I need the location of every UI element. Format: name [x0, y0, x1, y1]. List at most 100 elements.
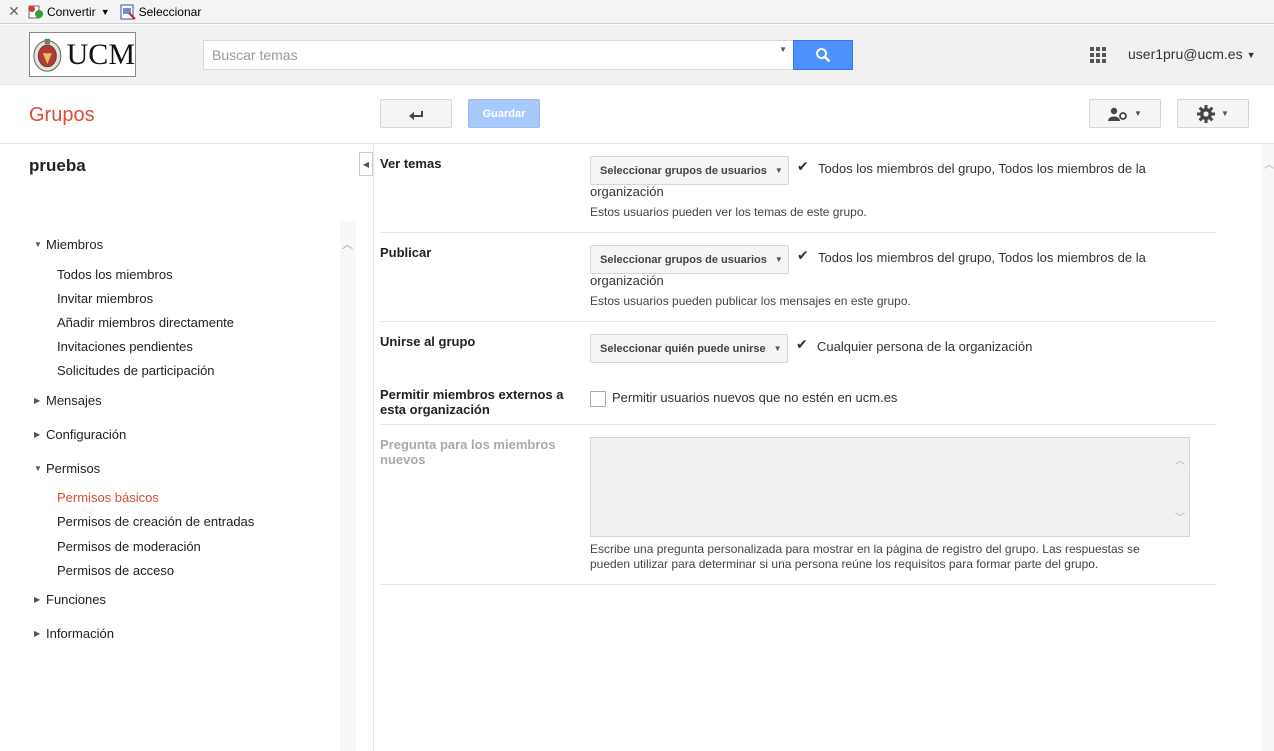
triangle-right-icon: ▶ [34, 595, 41, 604]
apps-grid-icon[interactable] [1090, 47, 1106, 63]
nav-section-config[interactable]: ▶ Configuración [34, 427, 126, 442]
nav-item-posting-permissions[interactable]: Permisos de creación de entradas [57, 514, 254, 529]
title-bar: Grupos Guardar ▼ ▼ [0, 86, 1274, 144]
post-description: Estos usuarios pueden publicar los mensa… [590, 294, 911, 308]
members-settings-button[interactable]: ▼ [1089, 99, 1161, 128]
chevron-down-icon[interactable]: ▼ [101, 7, 110, 17]
post-value-cont: organización [590, 273, 664, 288]
convert-icon [28, 5, 43, 18]
browser-toolbar: ✕ Convertir ▼ Seleccionar [0, 0, 1274, 24]
triangle-right-icon: ▶ [34, 430, 41, 439]
triangle-down-icon: ▼ [34, 464, 42, 473]
search-icon [816, 48, 831, 63]
content-scrollbar[interactable]: ︿ [1262, 144, 1274, 751]
convert-button[interactable]: Convertir ▼ [28, 4, 110, 20]
collapse-sidebar-button[interactable]: ◀ [359, 152, 373, 176]
nav-section-label: Permisos [46, 461, 101, 476]
chevron-up-icon[interactable]: ︿ [1264, 156, 1274, 171]
chevron-down-icon: ▼ [774, 166, 783, 175]
select-icon [120, 4, 136, 20]
select-label: Seleccionar [138, 4, 202, 19]
nav-item-add-members[interactable]: Añadir miembros directamente [57, 315, 234, 330]
setting-label-view: Ver temas [380, 156, 442, 171]
convert-label: Convertir [47, 4, 96, 19]
app-header: UCM Buscar temas ▼ user1pru@ucm.es ▼ [0, 25, 1274, 85]
nav-section-label: Mensajes [46, 393, 102, 408]
chevron-down-icon[interactable]: ▼ [779, 45, 787, 54]
nav-item-moderation-permissions[interactable]: Permisos de moderación [57, 539, 201, 554]
chevron-up-icon[interactable]: ︿ [342, 236, 353, 252]
save-button[interactable]: Guardar [468, 99, 540, 128]
allow-external-checkbox[interactable] [590, 391, 606, 407]
setting-label-join: Unirse al grupo [380, 334, 476, 349]
check-icon: ✔ [796, 336, 808, 352]
nav-item-basic-permissions[interactable]: Permisos básicos [57, 490, 159, 505]
divider [380, 424, 1216, 425]
setting-label-question: Pregunta para los miembros nuevos [380, 437, 575, 467]
nav-section-label: Miembros [46, 237, 104, 252]
account-menu[interactable]: user1pru@ucm.es ▼ [1128, 46, 1256, 62]
search-input[interactable]: Buscar temas ▼ [203, 40, 793, 70]
settings-button[interactable]: ▼ [1177, 99, 1249, 128]
select-label: Seleccionar grupos de usuarios [600, 253, 767, 266]
view-value: Todos los miembros del grupo, Todos los … [818, 161, 1146, 176]
divider [380, 584, 1216, 585]
join-select[interactable]: Seleccionar quién puede unirse ▼ [590, 334, 788, 363]
divider [380, 321, 1216, 322]
view-description: Estos usuarios pueden ver los temas de e… [590, 205, 867, 219]
select-label: Seleccionar quién puede unirse [600, 342, 766, 355]
nav-section-info[interactable]: ▶ Información [34, 626, 114, 641]
desc-line: Escribe una pregunta personalizada para … [590, 542, 1140, 556]
triangle-right-icon: ▶ [34, 629, 41, 638]
sidebar-scrollbar[interactable]: ︿ [340, 222, 356, 751]
close-icon[interactable]: ✕ [0, 3, 28, 20]
back-button[interactable] [380, 99, 452, 128]
label-line: Permitir miembros externos a [380, 387, 564, 402]
back-arrow-icon [409, 110, 423, 120]
nav-section-label: Información [46, 626, 114, 641]
chevron-down-icon: ▼ [1134, 109, 1142, 118]
select-label: Seleccionar grupos de usuarios [600, 164, 767, 177]
question-description: Escribe una pregunta personalizada para … [590, 542, 1140, 572]
nav-section-label: Funciones [46, 592, 106, 607]
check-icon: ✔ [797, 158, 809, 174]
page-title[interactable]: Grupos [29, 104, 95, 127]
divider [380, 232, 1216, 233]
join-value: Cualquier persona de la organización [817, 339, 1033, 354]
allow-external-label[interactable]: Permitir usuarios nuevos que no estén en… [612, 387, 897, 409]
check-icon: ✔ [797, 247, 809, 263]
user-email: user1pru@ucm.es [1128, 46, 1243, 62]
nav-item-access-permissions[interactable]: Permisos de acceso [57, 563, 174, 578]
setting-label-post: Publicar [380, 245, 432, 260]
desc-line: pueden utilizar para determinar si una p… [590, 557, 1099, 571]
chevron-down-icon: ▼ [1246, 50, 1256, 60]
ucm-logo[interactable]: UCM [29, 32, 136, 77]
chevron-down-icon: ▼ [1221, 109, 1229, 118]
label-line: Pregunta para los miembros [380, 437, 556, 452]
nav-item-invite-members[interactable]: Invitar miembros [57, 291, 153, 306]
select-button[interactable]: Seleccionar [120, 4, 202, 20]
chevron-down-icon[interactable]: ﹀ [1175, 509, 1185, 524]
nav-section-members[interactable]: ▼ Miembros [34, 237, 103, 252]
nav-section-permissions[interactable]: ▼ Permisos [34, 461, 100, 476]
nav-section-roles[interactable]: ▶ Funciones [34, 592, 106, 607]
setting-label-external: Permitir miembros externos a esta organi… [380, 387, 575, 417]
seal-icon [33, 38, 62, 72]
chevron-down-icon: ▼ [774, 255, 783, 264]
nav-section-messages[interactable]: ▶ Mensajes [34, 393, 102, 408]
search-button[interactable] [793, 40, 853, 70]
label-line: esta organización [380, 402, 490, 417]
nav-item-join-requests[interactable]: Solicitudes de participación [57, 363, 215, 378]
chevron-down-icon: ▼ [773, 344, 782, 353]
logo-text: UCM [66, 37, 135, 71]
group-name: prueba [29, 156, 86, 175]
chevron-up-icon[interactable]: ︿ [1175, 452, 1185, 467]
view-value-cont: organización [590, 184, 664, 199]
post-value: Todos los miembros del grupo, Todos los … [818, 250, 1146, 265]
nav-item-all-members[interactable]: Todos los miembros [57, 267, 173, 282]
label-line: nuevos [380, 452, 426, 467]
triangle-down-icon: ▼ [34, 240, 42, 249]
nav-item-pending-invitations[interactable]: Invitaciones pendientes [57, 339, 193, 354]
question-textarea[interactable]: ︿ ﹀ [590, 437, 1190, 537]
people-gear-icon [1108, 107, 1127, 121]
